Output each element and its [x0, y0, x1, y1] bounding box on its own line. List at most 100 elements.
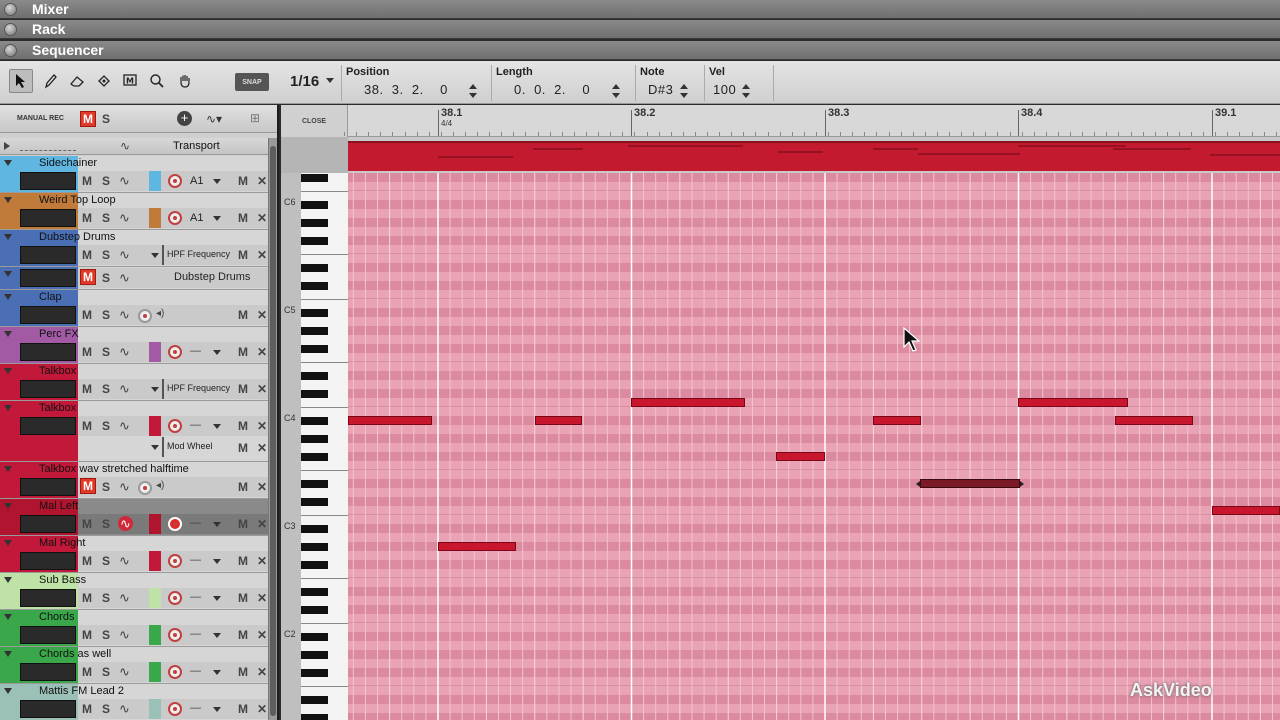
device-thumbnail[interactable] [20, 700, 76, 718]
automation-icon[interactable]: ∿ [119, 418, 130, 434]
device-thumbnail[interactable] [20, 246, 76, 264]
record-enable-icon[interactable] [138, 309, 152, 323]
device-parameter-label[interactable]: A1 [190, 175, 203, 187]
track-mute-button[interactable]: M [82, 554, 92, 568]
track-mute-button[interactable]: M [82, 419, 92, 433]
master-mute-button[interactable]: M [80, 111, 96, 127]
lane-mute-button[interactable]: M [238, 517, 248, 531]
track-row[interactable]: Chords M S ∿ — M ✕ [0, 610, 268, 647]
device-thumbnail[interactable] [20, 209, 76, 227]
piano-black-key[interactable] [301, 389, 328, 398]
record-enable-icon[interactable] [168, 419, 182, 433]
track-mute-button[interactable]: M [82, 174, 92, 188]
track-name[interactable]: Chords [39, 611, 74, 623]
automation-icon[interactable]: ∿ [119, 247, 130, 263]
chevron-down-icon[interactable] [213, 633, 221, 638]
lane-mute-button[interactable]: M [238, 665, 248, 679]
track-solo-button[interactable]: S [102, 271, 110, 285]
select-arrow-icon[interactable] [9, 69, 33, 93]
close-icon[interactable]: ✕ [257, 628, 267, 642]
chevron-down-icon[interactable] [213, 424, 221, 429]
track-mute-button[interactable]: M [82, 702, 92, 716]
track-name[interactable]: Mattis FM Lead 2 [39, 685, 124, 697]
midi-note[interactable] [873, 416, 921, 425]
track-mute-button[interactable]: M [82, 591, 92, 605]
expand-triangle-icon[interactable] [4, 466, 12, 472]
lane-mute-button[interactable]: M [238, 628, 248, 642]
track-solo-button[interactable]: S [102, 308, 110, 322]
close-icon[interactable]: ✕ [257, 480, 267, 494]
device-parameter-label[interactable]: — [190, 665, 201, 677]
expand-triangle-icon[interactable] [4, 614, 12, 620]
close-icon[interactable]: ✕ [257, 554, 267, 568]
piano-black-key[interactable] [301, 308, 328, 317]
expand-triangle-icon[interactable] [4, 651, 12, 657]
automation-icon[interactable]: ∿ [119, 210, 130, 226]
track-name[interactable]: Talkbox wav stretched halftime [39, 463, 189, 475]
chevron-down-icon[interactable] [213, 559, 221, 564]
piano-black-key[interactable] [301, 587, 328, 596]
expand-triangle-icon[interactable] [4, 688, 12, 694]
piano-black-key[interactable] [301, 713, 328, 720]
note-value[interactable]: D#3 [648, 82, 673, 97]
piano-black-key[interactable] [301, 173, 328, 182]
mute-tool-icon[interactable]: M [118, 69, 142, 93]
piano-black-key[interactable] [301, 497, 328, 506]
lane-mute-button[interactable]: M [238, 441, 248, 455]
chevron-down-icon[interactable] [151, 253, 159, 258]
track-solo-button[interactable]: S [102, 480, 110, 494]
automation-icon[interactable]: ∿ [118, 516, 133, 531]
track-solo-button[interactable]: S [102, 174, 110, 188]
piano-black-key[interactable] [301, 344, 328, 353]
note-spinner-icon[interactable] [680, 84, 688, 98]
device-thumbnail[interactable] [20, 172, 76, 190]
device-parameter-label[interactable]: — [190, 517, 201, 529]
automation-icon[interactable]: ∿ [119, 553, 130, 569]
track-name[interactable]: Clap [39, 291, 62, 303]
piano-black-key[interactable] [301, 542, 328, 551]
expand-triangle-icon[interactable] [4, 331, 12, 337]
piano-black-key[interactable] [301, 650, 328, 659]
close-icon[interactable]: ✕ [257, 517, 267, 531]
lane-mute-button[interactable]: M [238, 248, 248, 262]
track-name[interactable]: Weird Top Loop [39, 194, 116, 206]
device-thumbnail[interactable] [20, 380, 76, 398]
track-row[interactable]: Sub Bass M S ∿ — M ✕ [0, 573, 268, 610]
device-parameter-label[interactable]: HPF Frequency [167, 249, 230, 259]
close-icon[interactable]: ✕ [257, 174, 267, 188]
record-enable-icon[interactable] [168, 211, 182, 225]
track-name[interactable]: Sidechainer [39, 157, 97, 169]
device-thumbnail[interactable] [20, 269, 76, 287]
automation-icon[interactable]: ∿ [120, 139, 130, 153]
piano-black-key[interactable] [301, 632, 328, 641]
track-solo-button[interactable]: S [102, 554, 110, 568]
midi-note[interactable] [631, 398, 745, 407]
device-parameter-label[interactable]: — [190, 702, 201, 714]
track-row[interactable]: Dubstep Drums M S ∿ HPF Frequency M ✕ [0, 230, 268, 267]
track-mute-button[interactable]: M [82, 382, 92, 396]
record-enable-icon[interactable] [168, 174, 182, 188]
lane-mute-button[interactable]: M [238, 211, 248, 225]
expand-triangle-icon[interactable] [4, 160, 12, 166]
close-icon[interactable]: ✕ [257, 211, 267, 225]
close-icon[interactable]: ✕ [257, 248, 267, 262]
piano-black-key[interactable] [301, 695, 328, 704]
record-enable-icon[interactable] [168, 554, 182, 568]
midi-note[interactable] [438, 542, 516, 551]
track-row[interactable]: Talkbox M S ∿ HPF Frequency M ✕ [0, 364, 268, 401]
clip-lane[interactable] [348, 137, 1280, 173]
automation-icon[interactable]: ∿ [119, 664, 130, 680]
length-field[interactable]: Length 0. 0. 2. 0 [491, 65, 635, 101]
track-name[interactable]: Sub Bass [39, 574, 86, 586]
note-clip[interactable] [348, 141, 1280, 171]
track-mute-button[interactable]: M [82, 345, 92, 359]
automation-icon[interactable]: ∿▾ [206, 112, 222, 126]
track-row[interactable]: Perc FX M S ∿ — M ✕ [0, 327, 268, 364]
automation-icon[interactable]: ∿ [119, 627, 130, 643]
panel-toggle-icon[interactable] [4, 3, 17, 16]
device-parameter-label[interactable]: — [190, 419, 201, 431]
track-mute-button[interactable]: M [82, 248, 92, 262]
lane-mute-button[interactable]: M [238, 591, 248, 605]
position-field[interactable]: Position 38. 3. 2. 0 [341, 65, 491, 101]
position-spinner-icon[interactable] [469, 84, 477, 98]
